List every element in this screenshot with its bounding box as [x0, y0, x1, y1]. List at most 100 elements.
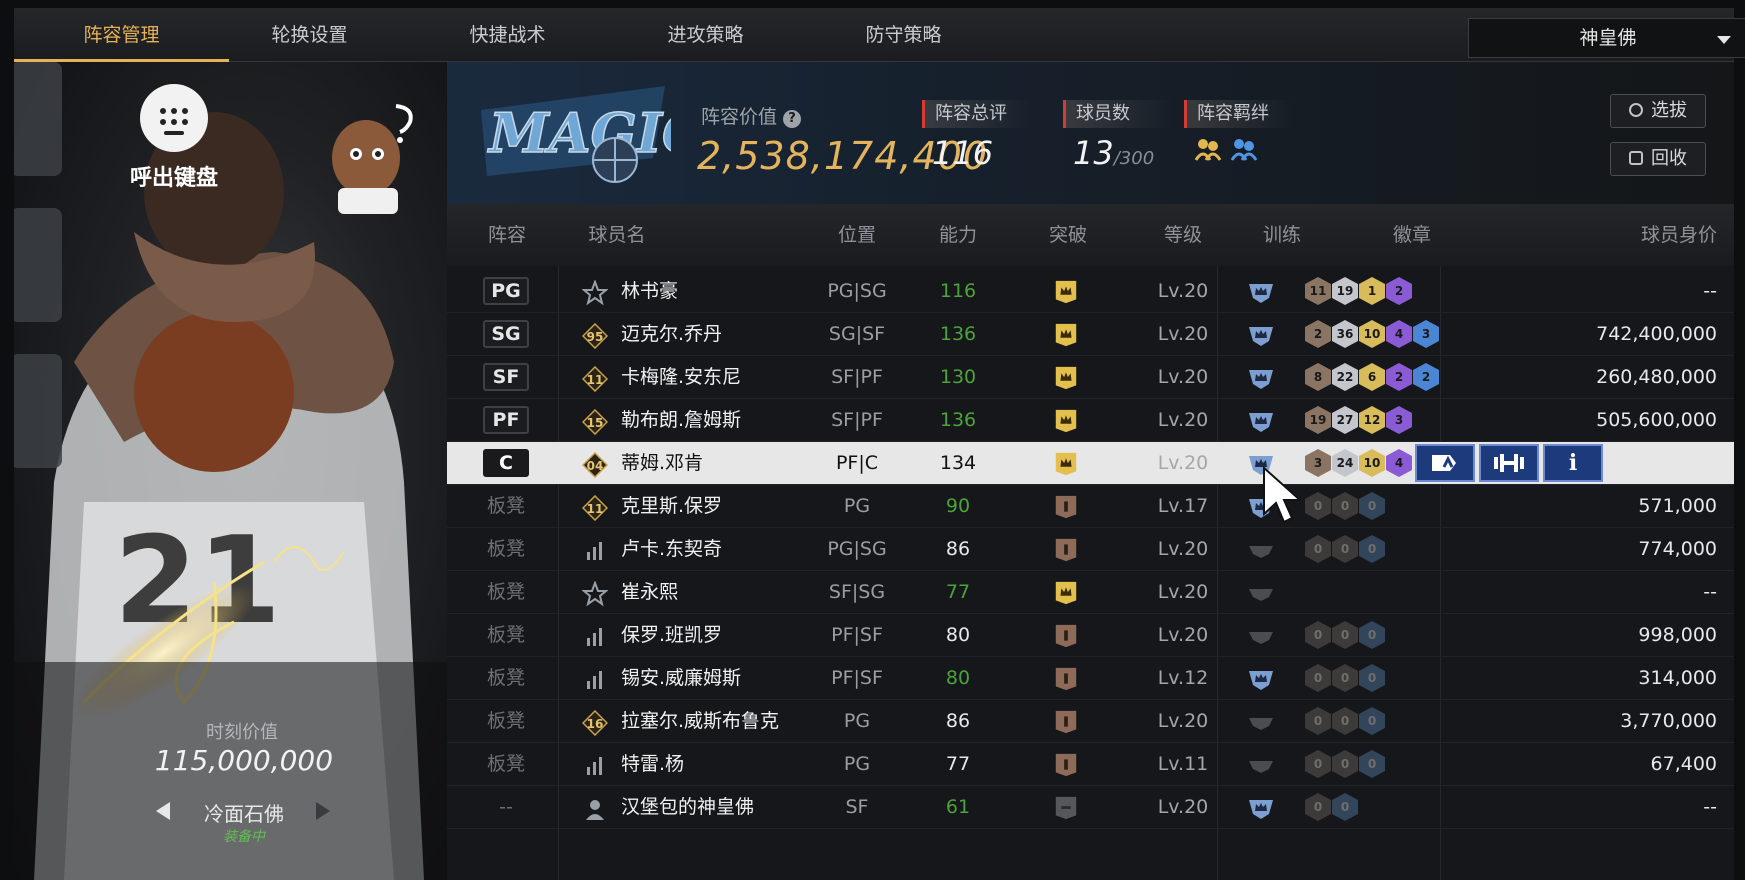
- breakthrough-icon: [1055, 538, 1077, 562]
- badge-list: 3 24 10 4: [1305, 449, 1412, 479]
- table-row-selected[interactable]: C 04 蒂姆.邓肯 PF|C 134 Lv.20 3 24 10 4 i: [447, 442, 1734, 485]
- badge-hex: 6: [1359, 363, 1385, 391]
- player-position: PF|SF: [831, 624, 883, 646]
- player-price: --: [1703, 581, 1717, 603]
- table-row[interactable]: 板凳 保罗.班凯罗 PF|SF 80 Lv.20 000 998,000: [447, 614, 1734, 657]
- tab-quick-tactics[interactable]: 快捷战术: [400, 8, 615, 62]
- upgrade-button[interactable]: [1415, 444, 1475, 482]
- bond-blue-icon: [1230, 139, 1258, 161]
- info-icon: i: [1568, 450, 1578, 476]
- player-ability: 61: [945, 796, 971, 818]
- table-row[interactable]: 板凳 卢卡.东契奇 PG|SG 86 Lv.20 000 774,000: [447, 528, 1734, 571]
- lineup-select-dropdown[interactable]: 神皇佛: [1468, 18, 1745, 58]
- info-button[interactable]: i: [1543, 444, 1603, 482]
- tab-rotation-settings[interactable]: 轮换设置: [202, 8, 417, 62]
- col-position: 位置: [837, 224, 876, 246]
- slot-position-badge: SF: [483, 363, 529, 391]
- badge-list: 11 19 1 2: [1305, 277, 1412, 307]
- table-row[interactable]: SG 95 迈克尔.乔丹 SG|SF 136 Lv.20 2 36 10 4 3 742…: [447, 313, 1734, 356]
- slot-position-badge: PF: [483, 406, 529, 434]
- player-level: Lv.20: [1157, 409, 1209, 431]
- badge-hex: 19: [1305, 406, 1331, 434]
- player-level: Lv.20: [1157, 366, 1209, 388]
- table-row[interactable]: PG 林书豪 PG|SG 116 Lv.20 11 19 1 2 --: [447, 270, 1734, 313]
- player-name: 勒布朗.詹姆斯: [621, 409, 742, 431]
- player-name: 锡安.威廉姆斯: [621, 667, 742, 689]
- call-keyboard-button[interactable]: 呼出键盘: [104, 84, 244, 192]
- col-slot: 阵容: [487, 224, 526, 246]
- keyboard-icon: [140, 84, 208, 152]
- breakthrough-icon: [1055, 581, 1077, 605]
- overall-rating-value: 116: [932, 134, 994, 172]
- side-button-2[interactable]: [14, 208, 62, 322]
- badge-hex: 0: [1305, 535, 1331, 563]
- player-tier-icon: 04: [582, 452, 608, 478]
- overall-rating-stat: 阵容总评 116: [922, 100, 1032, 172]
- tab-lineup-management[interactable]: 阵容管理: [14, 8, 229, 62]
- player-position: PG|SG: [827, 538, 887, 560]
- badge-hex: 0: [1332, 707, 1358, 735]
- prev-skin-arrow-icon[interactable]: [156, 802, 170, 820]
- badge-hex: 2: [1413, 363, 1439, 391]
- table-row[interactable]: -- 汉堡包的神皇佛 SF 61 Lv.20 00 --: [447, 786, 1734, 829]
- badge-list: 8 22 6 2 2: [1305, 363, 1439, 393]
- tab-offense-strategy[interactable]: 进攻策略: [598, 8, 813, 62]
- tab-defense-strategy[interactable]: 防守策略: [796, 8, 1011, 62]
- badge-hex: 24: [1332, 449, 1358, 477]
- col-breakthrough: 突破: [1048, 224, 1087, 246]
- table-row[interactable]: 板凳 崔永熙 SF|SG 77 Lv.20 --: [447, 571, 1734, 614]
- table-row[interactable]: PF 15 勒布朗.詹姆斯 SF|PF 136 Lv.20 19 27 12 3 50…: [447, 399, 1734, 442]
- recycle-button[interactable]: 回收: [1610, 142, 1706, 176]
- next-skin-arrow-icon[interactable]: [316, 802, 330, 820]
- player-tier-icon: 11: [582, 366, 608, 392]
- badge-hex: 0: [1305, 664, 1331, 692]
- train-button[interactable]: [1479, 444, 1539, 482]
- table-header: 阵容 球员名 位置 能力 突破 等级 训练 徽章 球员身价: [447, 204, 1734, 266]
- player-level: Lv.11: [1157, 753, 1209, 775]
- breakthrough-icon: [1055, 753, 1077, 777]
- select-button[interactable]: 选拔: [1610, 94, 1706, 128]
- player-avatar-sticker: [332, 104, 413, 214]
- player-price: 742,400,000: [1596, 323, 1717, 345]
- player-ability: 80: [945, 624, 971, 646]
- svg-text:15: 15: [587, 416, 604, 430]
- breakthrough-icon: [1055, 495, 1077, 519]
- player-tier-icon: [587, 542, 602, 560]
- player-price: 260,480,000: [1596, 366, 1717, 388]
- table-row[interactable]: 板凳 11 克里斯.保罗 PG 90 Lv.17 000 571,000: [447, 485, 1734, 528]
- badge-hex: 4: [1386, 449, 1412, 477]
- table-row[interactable]: 板凳 锡安.威廉姆斯 PF|SF 80 Lv.12 000 314,000: [447, 657, 1734, 700]
- slot-bench: 板凳: [486, 667, 525, 689]
- bond-icons[interactable]: [1184, 136, 1294, 162]
- badge-hex: 0: [1332, 535, 1358, 563]
- badge-hex: 10: [1359, 320, 1385, 348]
- help-icon[interactable]: ?: [783, 110, 802, 128]
- player-position: SF: [845, 796, 869, 818]
- player-name: 克里斯.保罗: [621, 495, 723, 517]
- player-price: --: [1703, 796, 1717, 818]
- side-button-3[interactable]: [14, 354, 62, 468]
- roster-table: 阵容 球员名 位置 能力 突破 等级 训练 徽章 球员身价 PG 林书豪 PG|…: [447, 204, 1734, 880]
- badge-hex: 0: [1332, 793, 1358, 821]
- badge-hex: 1: [1359, 277, 1385, 305]
- badge-hex: 22: [1332, 363, 1358, 391]
- table-row[interactable]: 板凳 特雷.杨 PG 77 Lv.11 000 67,400: [447, 743, 1734, 786]
- svg-text:11: 11: [587, 502, 604, 516]
- player-level: Lv.20: [1157, 624, 1209, 646]
- table-row[interactable]: SF 11 卡梅隆.安东尼 SF|PF 130 Lv.20 8 22 6 2 2 260…: [447, 356, 1734, 399]
- player-tier-icon: [582, 581, 608, 607]
- badge-hex: 0: [1359, 535, 1385, 563]
- slot-bench: 板凳: [486, 495, 525, 517]
- badge-hex: 0: [1359, 707, 1385, 735]
- recycle-icon: [1629, 151, 1643, 165]
- player-price: 67,400: [1650, 753, 1717, 775]
- player-name: 崔永熙: [621, 581, 679, 603]
- badge-hex: 19: [1332, 277, 1358, 305]
- table-row[interactable]: 板凳 16 拉塞尔.威斯布鲁克 PG 86 Lv.20 000 3,770,00…: [447, 700, 1734, 743]
- svg-text:MAGIC: MAGIC: [487, 101, 671, 165]
- training-icon: [1249, 327, 1273, 346]
- player-card-panel: 21 呼出键盘 时刻价值 115,000,000 冷面石佛 装备中: [14, 62, 447, 880]
- player-name: 林书豪: [621, 280, 679, 302]
- player-tier-icon: 15: [582, 409, 608, 435]
- search-side-button[interactable]: [14, 62, 62, 176]
